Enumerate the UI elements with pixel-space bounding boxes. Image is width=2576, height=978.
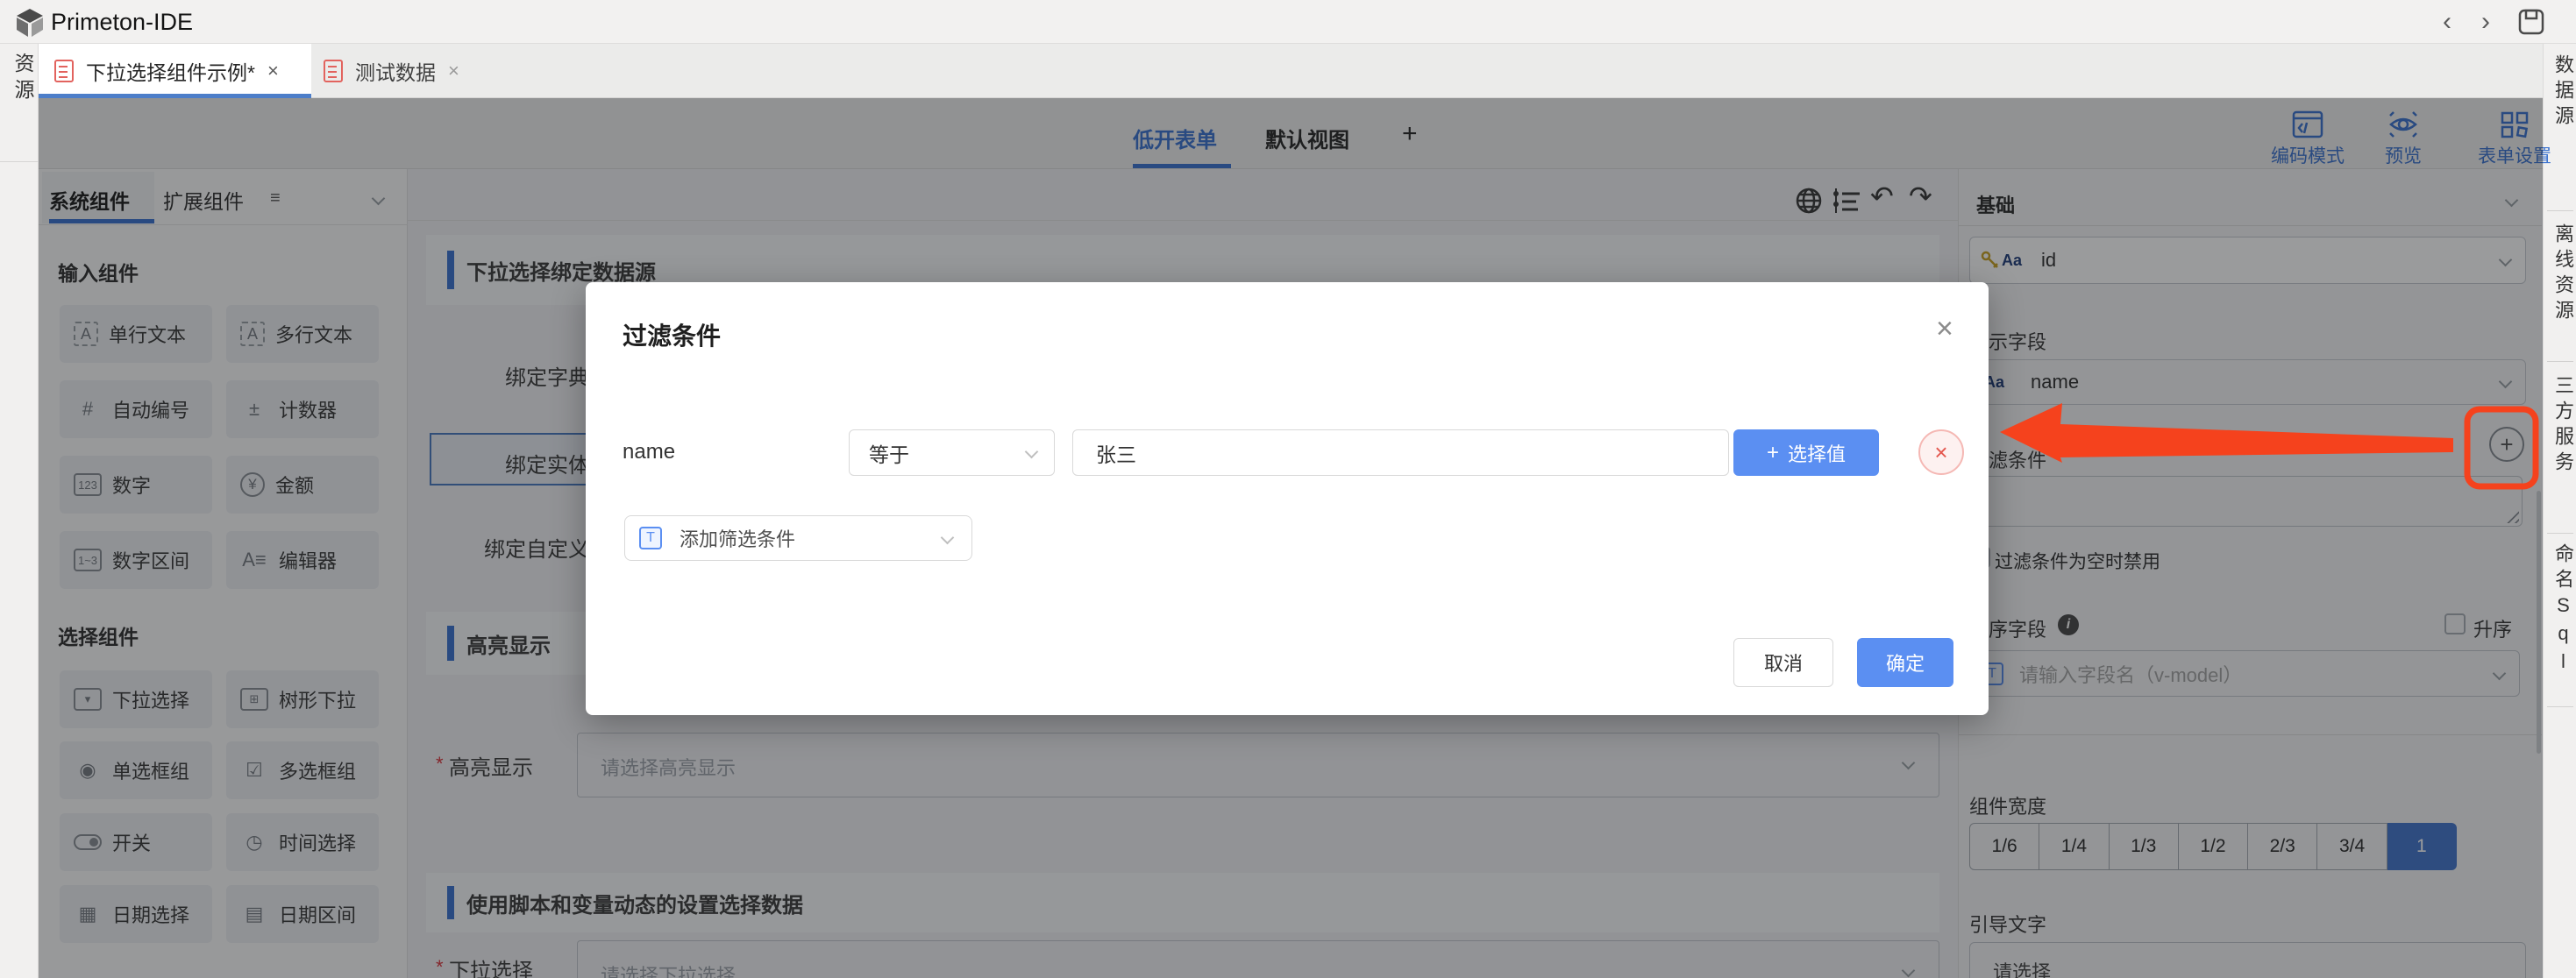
nav-back-icon[interactable]: ‹ — [2443, 7, 2451, 37]
add-condition-select[interactable]: T 添加筛选条件 — [624, 515, 972, 561]
close-tab-icon[interactable]: × — [448, 60, 459, 82]
divider — [0, 161, 39, 162]
strip-item-3[interactable]: 三方服务 — [2549, 375, 2576, 477]
strip-item-4[interactable]: 命名Sql — [2549, 543, 2576, 678]
select-value: 等于 — [869, 438, 909, 468]
document-tabbar: 下拉选择组件示例* × 测试数据 × — [0, 44, 2576, 98]
primeton-ide-screen: Primeton-IDE ‹ › 下拉选择组件示例* × 测试数据 × 资源 数… — [0, 0, 2576, 978]
ok-button[interactable]: 确定 — [1857, 638, 1953, 687]
doc-tab-inactive[interactable]: 测试数据 × — [313, 44, 488, 97]
form-doc-icon — [324, 60, 343, 82]
divider — [2547, 361, 2573, 362]
remove-condition-button[interactable]: × — [1918, 429, 1964, 475]
strip-item-2[interactable]: 离线资源 — [2549, 223, 2576, 325]
input-value: 张三 — [1096, 438, 1136, 468]
select-placeholder: 添加筛选条件 — [680, 524, 795, 552]
button-label: 取消 — [1764, 648, 1803, 677]
cancel-button[interactable]: 取消 — [1733, 638, 1833, 687]
choose-value-button[interactable]: + 选择值 — [1733, 429, 1879, 476]
doc-tab-active[interactable]: 下拉选择组件示例* × — [39, 44, 311, 97]
resources-vertical-tab[interactable]: 资源 — [8, 53, 38, 105]
operator-select[interactable]: 等于 — [849, 429, 1055, 476]
app-title-bar: Primeton-IDE ‹ › — [0, 0, 2576, 44]
close-tab-icon[interactable]: × — [267, 60, 279, 82]
remove-icon: × — [1934, 439, 1947, 466]
nav-forward-icon[interactable]: › — [2481, 7, 2490, 37]
filter-condition-modal: 过滤条件 × name 等于 张三 + 选择值 × T 添加筛选条件 取消 确定 — [586, 282, 1989, 715]
doc-tab-label: 测试数据 — [355, 56, 436, 86]
divider — [2547, 533, 2573, 534]
text-type-icon: T — [639, 527, 662, 549]
form-doc-icon — [54, 60, 74, 82]
doc-tab-label: 下拉选择组件示例* — [86, 56, 255, 86]
plus-icon: + — [1767, 441, 1779, 465]
condition-field-name: name — [623, 440, 675, 464]
left-resource-strip: 资源 — [0, 44, 39, 978]
divider — [2547, 210, 2573, 211]
divider — [2547, 706, 2573, 707]
save-icon[interactable] — [2518, 9, 2544, 35]
app-logo-icon — [16, 8, 45, 38]
close-icon[interactable]: × — [1936, 314, 1953, 344]
chevron-down-icon — [1025, 445, 1039, 459]
app-title: Primeton-IDE — [51, 9, 193, 36]
button-label: 选择值 — [1788, 439, 1846, 467]
modal-title: 过滤条件 — [623, 317, 721, 352]
button-label: 确定 — [1886, 648, 1925, 677]
condition-value-input[interactable]: 张三 — [1072, 429, 1729, 476]
chevron-down-icon — [941, 531, 955, 545]
right-datasource-strip: 数据源离线资源三方服务命名Sql — [2543, 44, 2576, 978]
